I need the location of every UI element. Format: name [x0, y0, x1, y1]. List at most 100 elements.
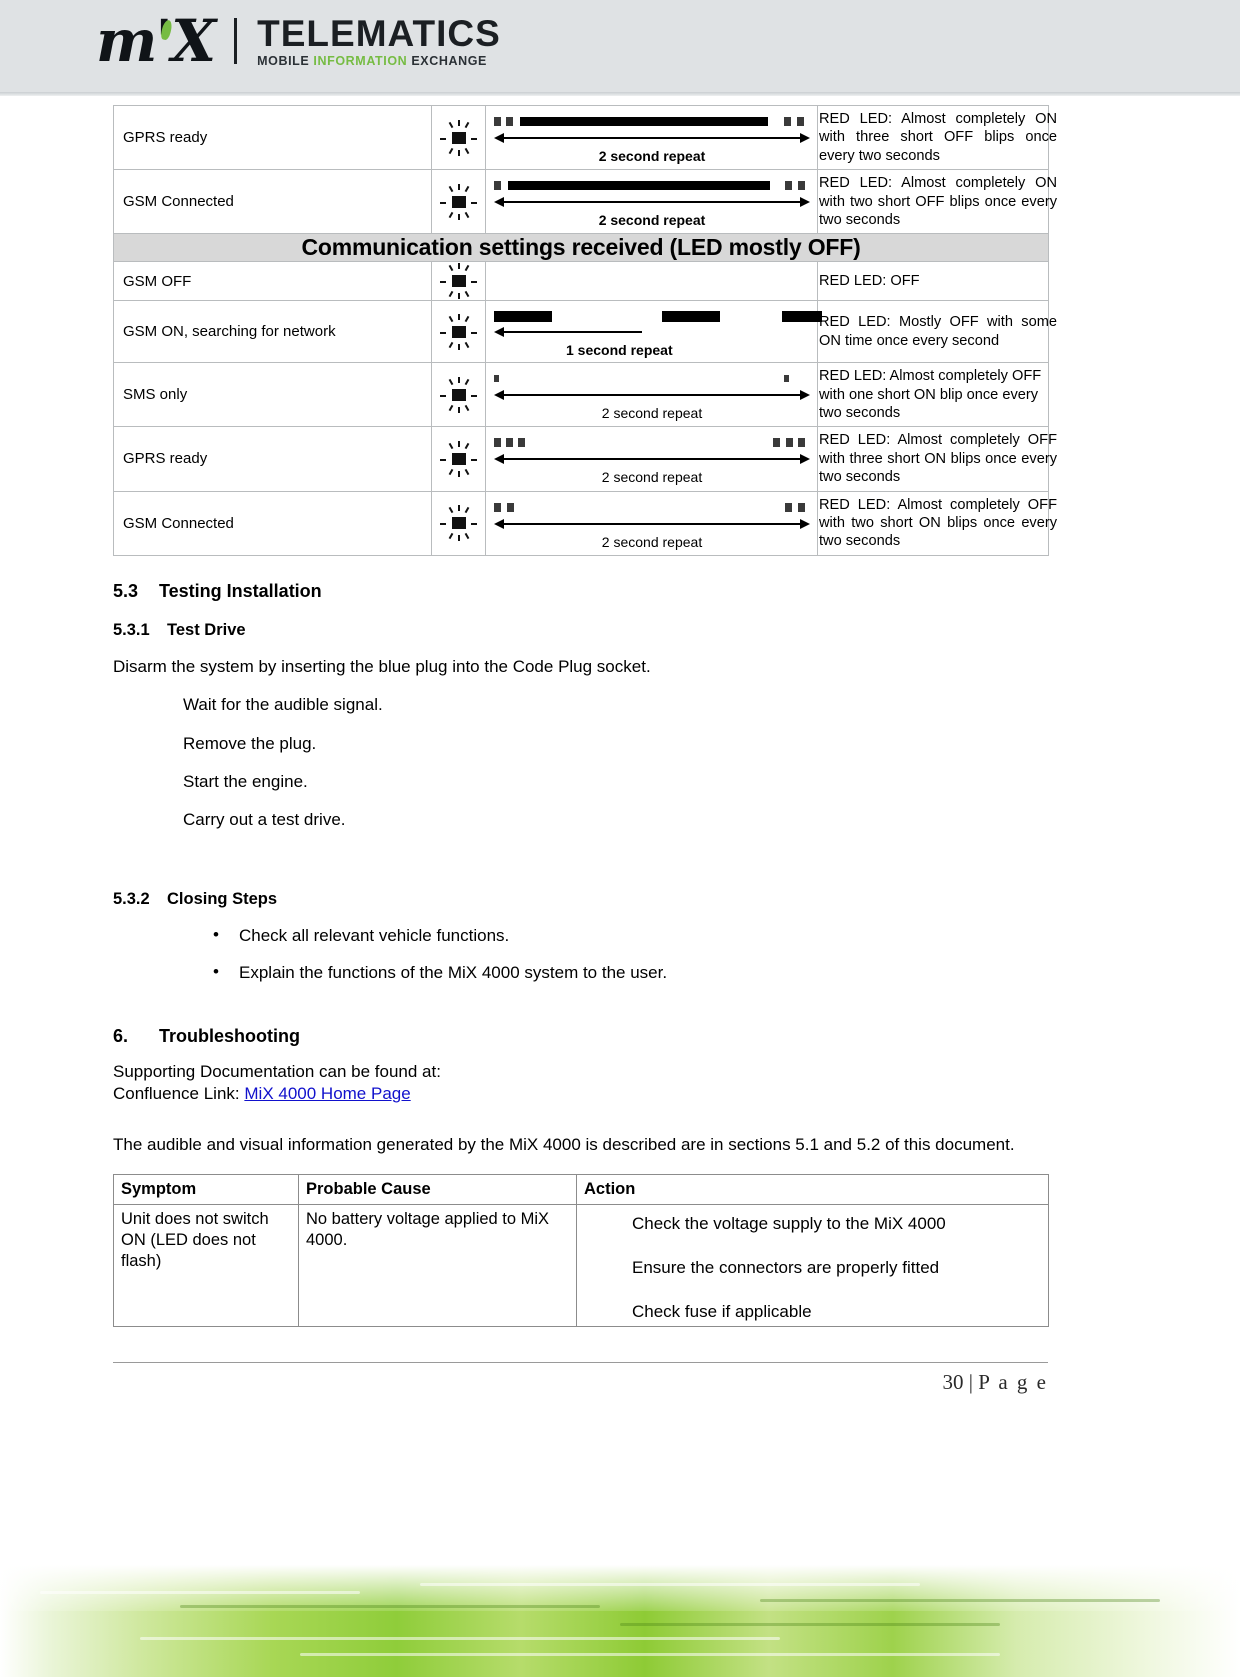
timing-diagram: 1 second repeat: [486, 301, 822, 362]
led-state-name-cell: GSM OFF: [113, 261, 432, 302]
timing-diagram: 2 second repeat: [486, 364, 818, 425]
repeat-label: 2 second repeat: [598, 212, 706, 229]
repeat-arrow: [494, 388, 810, 402]
heading-6-number: 6.: [113, 1025, 129, 1046]
table-header-row: Symptom Probable Cause Action: [113, 1174, 1049, 1206]
led-state-name-cell: GPRS ready: [113, 104, 432, 171]
heading-5-3-title: Testing Installation: [159, 580, 322, 601]
action-item: Check fuse if applicable: [632, 1301, 812, 1321]
table-row: GPRS ready 2 second repeat RED LED: Almo…: [113, 104, 1057, 171]
table-row: Unit does not switch ON (LED does not fl…: [113, 1204, 1049, 1328]
table-row: GPRS ready 2 second repeat RED LED: Almo…: [113, 426, 1057, 492]
led-timing-diagram-cell: 2 second repeat: [485, 426, 818, 492]
led-timing-diagram-cell: 2 second repeat: [485, 490, 818, 556]
led-state-name-cell: SMS only: [113, 362, 432, 428]
column-header-symptom: Symptom: [113, 1174, 299, 1206]
repeat-arrow: [494, 452, 810, 466]
mix-telematics-logo: m'X TELEMATICS MOBILE INFORMATION EXCHAN…: [96, 12, 501, 70]
repeat-label: 2 second repeat: [598, 148, 706, 165]
led-icon-cell: [431, 490, 486, 556]
led-description: RED LED: Almost completely OFF with two …: [819, 496, 1057, 550]
led-flashing-icon: [439, 183, 479, 221]
table-section-banner-row: Communication settings received (LED mos…: [113, 233, 1049, 263]
heading-5-3-1-title: Test Drive: [167, 620, 246, 639]
list-item: Explain the functions of the MiX 4000 sy…: [213, 962, 1048, 983]
list-item: Check all relevant vehicle functions.: [213, 925, 1048, 946]
led-timing-diagram-cell: 2 second repeat: [485, 362, 818, 428]
heading-6: 6. Troubleshooting: [113, 1026, 1048, 1047]
led-description: RED LED: Almost completely ON with two s…: [819, 175, 1057, 228]
logo-divider: [234, 18, 238, 64]
led-description-cell: RED LED: Almost completely ON with three…: [817, 104, 1057, 171]
led-description-cell: RED LED: OFF: [817, 261, 1049, 302]
logo-tagline-mobile: MOBILE: [257, 53, 314, 68]
led-flashing-icon: [439, 119, 479, 157]
led-icon-cell: [431, 261, 486, 302]
audible-visual-paragraph: The audible and visual information gener…: [113, 1134, 1015, 1154]
table-row: GSM Connected 2 second repeat RED LED: A…: [113, 169, 1057, 235]
led-description: RED LED: Almost completely ON with three…: [819, 111, 1057, 164]
repeat-label: 1 second repeat: [566, 342, 673, 359]
logo-title: TELEMATICS: [257, 12, 501, 54]
table-row: GSM OFF RED LED: OFF: [113, 261, 1049, 302]
logo-tagline-exchange: EXCHANGE: [407, 53, 487, 68]
led-description-cell: RED LED: Almost completely ON with two s…: [817, 169, 1057, 235]
led-timing-diagram-cell: [485, 261, 818, 302]
led-description: RED LED: OFF: [819, 273, 920, 290]
led-state-name-cell: GSM Connected: [113, 169, 432, 235]
timing-diagram: 2 second repeat: [486, 107, 818, 168]
page-word: P a g e: [978, 1370, 1048, 1394]
test-drive-intro: Disarm the system by inserting the blue …: [113, 656, 651, 676]
led-state-label: GSM ON, searching for network: [123, 323, 336, 341]
document-page: m'X TELEMATICS MOBILE INFORMATION EXCHAN…: [0, 0, 1240, 1677]
led-description-cell: RED LED: Mostly OFF with some ON time on…: [817, 300, 1057, 364]
repeat-label: 2 second repeat: [601, 469, 703, 486]
led-state-name-cell: GSM ON, searching for network: [113, 300, 432, 364]
mix-4000-home-page-link[interactable]: MiX 4000 Home Page: [244, 1084, 410, 1103]
action-cell: Check the voltage supply to the MiX 4000…: [576, 1204, 1049, 1328]
logo-wordmark: m'X: [96, 7, 216, 75]
table-row: SMS only 2 second repeat RED LED: Almost…: [113, 362, 1049, 428]
heading-5-3-1: 5.3.1 Test Drive: [113, 621, 1048, 640]
led-state-label: GPRS ready: [123, 129, 208, 147]
led-status-table: GPRS ready 2 second repeat RED LED: Almo…: [113, 104, 1057, 556]
led-state-name-cell: GPRS ready: [113, 426, 432, 492]
supporting-doc-line: Supporting Documentation can be found at…: [113, 1061, 1048, 1106]
led-state-label: GPRS ready: [123, 450, 208, 468]
probable-cause-cell: No battery voltage applied to MiX 4000.: [298, 1204, 577, 1328]
action-item: Check the voltage supply to the MiX 4000: [632, 1214, 946, 1234]
led-icon-cell: [431, 104, 486, 171]
pulse-waveform: [494, 307, 822, 323]
led-flashing-icon: [439, 376, 479, 414]
column-header-action: Action: [576, 1174, 1049, 1206]
page-number-separator: |: [963, 1370, 979, 1394]
led-state-label: GSM Connected: [123, 514, 234, 532]
led-icon-cell: [431, 426, 486, 492]
logo-tagline-information: INFORMATION: [313, 53, 408, 68]
symptom-cell: Unit does not switch ON (LED does not fl…: [113, 1204, 299, 1328]
page-number-footer: 30 | P a g e: [942, 1370, 1048, 1395]
timing-diagram: [486, 266, 818, 296]
led-description: RED LED: Mostly OFF with some ON time on…: [819, 314, 1057, 349]
heading-6-title: Troubleshooting: [159, 1025, 300, 1046]
timing-diagram: 2 second repeat: [486, 171, 818, 232]
led-description-cell: RED LED: Almost completely OFF with one …: [817, 362, 1049, 428]
heading-5-3-1-number: 5.3.1: [113, 620, 150, 639]
repeat-label: 2 second repeat: [601, 405, 703, 422]
led-state-label: GSM OFF: [123, 272, 192, 290]
led-flashing-icon: [439, 440, 479, 478]
pulse-waveform: [494, 113, 810, 129]
column-header-probable-cause: Probable Cause: [298, 1174, 577, 1206]
led-description-cell: RED LED: Almost completely OFF with two …: [817, 490, 1057, 556]
repeat-label: 2 second repeat: [601, 533, 703, 550]
heading-5-3: 5.3 Testing Installation: [113, 581, 1048, 602]
action-item: Ensure the connectors are properly fitte…: [632, 1257, 940, 1277]
pulse-waveform: [494, 177, 810, 193]
repeat-arrow: [494, 195, 810, 209]
led-icon-cell: [431, 169, 486, 235]
led-flashing-icon: [439, 262, 479, 300]
led-state-label: GSM Connected: [123, 193, 234, 211]
led-state-label: SMS only: [123, 386, 188, 404]
repeat-arrow: [494, 517, 810, 531]
section-banner-cell: Communication settings received (LED mos…: [113, 233, 1049, 263]
